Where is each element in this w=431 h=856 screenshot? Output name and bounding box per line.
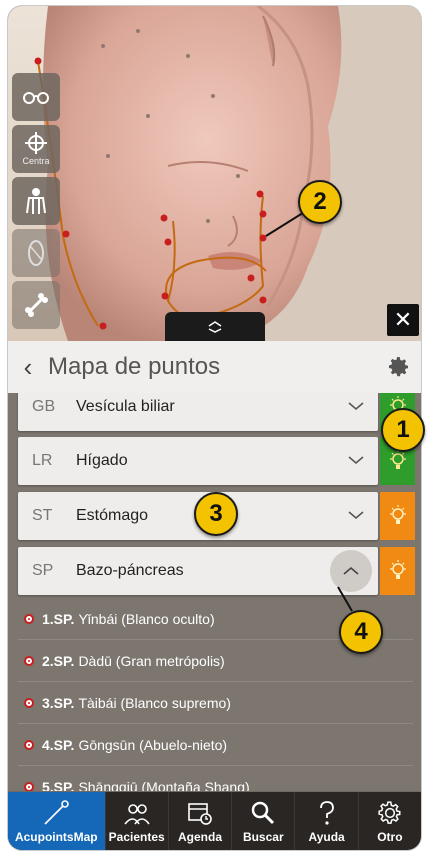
meridian-name: Bazo-páncreas [76, 562, 184, 579]
tab-label: Pacientes [108, 830, 165, 844]
tab-otro[interactable]: Otro [359, 792, 421, 850]
close-viewer-button[interactable]: ✕ [387, 304, 419, 336]
tab-label: Agenda [177, 830, 222, 844]
point-marker-icon [24, 740, 34, 750]
gear-icon [389, 357, 408, 377]
page-title: Mapa de puntos [48, 353, 221, 380]
muscle-icon [28, 240, 44, 266]
tab-ayuda[interactable]: Ayuda [295, 792, 359, 850]
lightbulb-icon [389, 560, 406, 579]
toggle-glasses-button[interactable] [12, 73, 60, 121]
point-row[interactable]: 3.SP. Tàibái (Blanco supremo) [18, 683, 413, 724]
expand-collapse-icon [208, 321, 222, 333]
chevron-down-icon[interactable] [334, 398, 378, 416]
gear-icon [378, 801, 401, 824]
meridian-name: Hígado [76, 452, 128, 469]
meridian-code: ST [32, 507, 53, 524]
chevron-up-icon [343, 566, 359, 575]
search-icon [252, 801, 275, 825]
point-id: 4.SP. [42, 737, 75, 753]
meridian-row-gb[interactable]: GB Vesícula biliar [18, 393, 378, 431]
annotation-badge-4: 4 [339, 610, 383, 654]
annotation-badge-3: 3 [194, 492, 238, 536]
point-id: 3.SP. [42, 695, 75, 711]
point-name: Dàdū (Gran metrópolis) [78, 653, 225, 669]
annotation-badge-2: 2 [298, 180, 342, 224]
settings-button[interactable] [377, 355, 421, 379]
back-button[interactable]: ‹ [8, 352, 48, 383]
point-id: 2.SP. [42, 653, 75, 669]
panel-drag-handle[interactable] [165, 312, 265, 341]
bone-icon [25, 293, 48, 317]
meridian-row-lr[interactable]: LR Hígado [18, 437, 378, 485]
point-marker-icon [24, 614, 34, 624]
annotation-badge-1: 1 [381, 408, 425, 452]
point-name: Tàibái (Blanco supremo) [78, 695, 231, 711]
point-marker-icon [24, 698, 34, 708]
point-name: Gōngsūn (Abuelo-nieto) [78, 737, 228, 753]
app-frame: Centra ✕ ‹ Mapa de puntos GB Vesícula bi… [8, 6, 421, 850]
bulb-toggle-st[interactable] [380, 492, 415, 540]
point-id: 1.SP. [42, 611, 75, 627]
bone-layer-button[interactable] [12, 281, 60, 329]
tab-acupointsmap[interactable]: AcupointsMap [8, 792, 106, 850]
center-view-label: Centra [22, 156, 50, 166]
help-icon [319, 801, 334, 825]
crosshair-icon [25, 132, 47, 154]
point-id: 5.SP. [42, 779, 75, 791]
tab-label: AcupointsMap [14, 830, 98, 844]
lightbulb-icon [389, 450, 406, 469]
calendar-icon [188, 803, 212, 825]
tab-agenda[interactable]: Agenda [169, 792, 233, 850]
tab-label: Otro [377, 830, 403, 844]
tab-label: Ayuda [308, 830, 345, 844]
point-marker-icon [24, 656, 34, 666]
point-name: Shāngqiū (Montaña Shang) [78, 779, 250, 791]
chevron-down-icon[interactable] [334, 507, 378, 525]
meridian-name: Vesícula biliar [76, 398, 175, 415]
bottom-tab-bar: AcupointsMap Pacientes Agenda Buscar Ayu… [8, 792, 421, 850]
tab-label: Buscar [242, 830, 284, 844]
head-model [34, 6, 421, 341]
panel-header: ‹ Mapa de puntos [8, 341, 421, 394]
body-layer-button[interactable] [12, 177, 60, 225]
chevron-down-icon[interactable] [334, 452, 378, 470]
meridian-row-sp[interactable]: SP Bazo-páncreas [18, 547, 378, 595]
bulb-toggle-sp[interactable] [380, 547, 415, 595]
point-row[interactable]: 4.SP. Gōngsūn (Abuelo-nieto) [18, 725, 413, 766]
tab-pacientes[interactable]: Pacientes [106, 792, 169, 850]
point-marker-icon [24, 782, 34, 791]
point-row[interactable]: 5.SP. Shāngqiū (Montaña Shang) [18, 767, 413, 791]
muscle-layer-button[interactable] [12, 229, 60, 277]
center-view-button[interactable]: Centra [12, 125, 60, 173]
meridian-code: GB [32, 398, 56, 415]
model-viewer[interactable]: Centra ✕ [8, 6, 421, 341]
lightbulb-icon [389, 505, 406, 524]
needle-icon [44, 800, 70, 825]
point-name: Yǐnbái (Blanco oculto) [78, 611, 215, 627]
meridian-code: LR [32, 452, 53, 469]
glasses-icon [23, 92, 49, 104]
body-icon [26, 188, 46, 214]
tab-buscar[interactable]: Buscar [232, 792, 296, 850]
patients-icon [124, 804, 150, 825]
meridian-code: SP [32, 562, 54, 579]
